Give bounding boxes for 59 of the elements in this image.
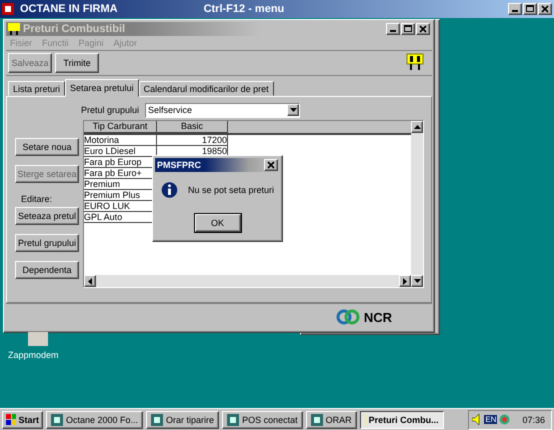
taskbar-button[interactable]: POS conectat — [222, 410, 303, 428]
table-cell: 17200 — [157, 135, 228, 146]
toolbar-button[interactable]: Trimite — [55, 53, 99, 73]
maximize-icon — [525, 4, 535, 14]
close-icon — [418, 24, 428, 34]
table-cell: Motorina — [84, 135, 157, 146]
window-title: OCTANE IN FIRMA — [20, 3, 118, 15]
maximize-icon — [403, 24, 413, 34]
column-header: Tip Carburant — [84, 121, 157, 133]
close-button[interactable] — [416, 23, 430, 35]
down-arrow-icon — [414, 279, 420, 283]
field-label: Pretul grupului — [81, 105, 140, 115]
taskbar-button[interactable]: Octane 2000 Fo... — [46, 410, 144, 428]
dialog-message: Nu se pot seta preturi — [188, 185, 274, 195]
maximize-button[interactable] — [401, 23, 415, 35]
network-icon[interactable] — [499, 414, 510, 425]
close-icon — [266, 160, 276, 170]
dialog-title: PMSFPRC — [157, 160, 202, 170]
brand-name: NCR — [364, 310, 392, 324]
group-dropdown[interactable]: Selfservice — [145, 102, 300, 118]
close-button[interactable] — [264, 159, 278, 171]
side-button[interactable]: Setare noua — [15, 138, 79, 156]
right-arrow-icon — [403, 278, 407, 284]
side-button[interactable]: Dependenta — [15, 261, 79, 279]
side-button[interactable]: Pretul grupului — [15, 234, 79, 252]
minimize-icon — [512, 10, 518, 12]
minimize-icon — [390, 30, 396, 32]
minimize-button[interactable] — [508, 3, 522, 15]
dropdown-arrow-icon — [290, 108, 297, 112]
close-icon — [540, 4, 550, 14]
maximize-button[interactable] — [523, 3, 537, 15]
left-arrow-icon — [88, 278, 92, 284]
tab[interactable]: Lista preturi — [8, 81, 66, 96]
start-button[interactable]: Start — [2, 410, 43, 428]
close-button[interactable] — [538, 3, 552, 15]
icon-label[interactable]: Zappmodem — [8, 350, 59, 360]
section-label: Editare: — [20, 194, 54, 204]
logo-icon — [336, 309, 360, 325]
tab[interactable]: Calendarul modificarilor de pret — [138, 81, 274, 96]
side-button[interactable]: Seteaza pretul — [15, 207, 79, 225]
up-arrow-icon — [414, 125, 420, 129]
tab[interactable]: Setarea pretului — [65, 79, 139, 97]
sign-icon — [8, 23, 20, 35]
window-title: Preturi Combustibil — [23, 23, 126, 35]
minimize-button[interactable] — [386, 23, 400, 35]
taskbar-button[interactable]: Orar tiparire — [146, 410, 220, 428]
ok-button[interactable]: OK — [194, 214, 240, 232]
clock: 07:36 — [522, 414, 545, 424]
horizontal-scrollbar[interactable] — [84, 275, 411, 287]
vertical-scrollbar[interactable] — [411, 121, 423, 287]
sign-icon — [406, 53, 424, 71]
taskbar-button[interactable]: ORAR — [306, 410, 357, 428]
speaker-icon[interactable] — [472, 414, 482, 425]
shortcut-hint: Ctrl-F12 - menu — [204, 3, 284, 15]
flag-icon — [6, 414, 16, 425]
language-indicator[interactable]: EN — [484, 415, 498, 424]
desktop-icon[interactable] — [28, 332, 48, 346]
column-header: Basic — [157, 121, 228, 133]
taskbar-button[interactable]: Preturi Combu... — [360, 410, 444, 428]
